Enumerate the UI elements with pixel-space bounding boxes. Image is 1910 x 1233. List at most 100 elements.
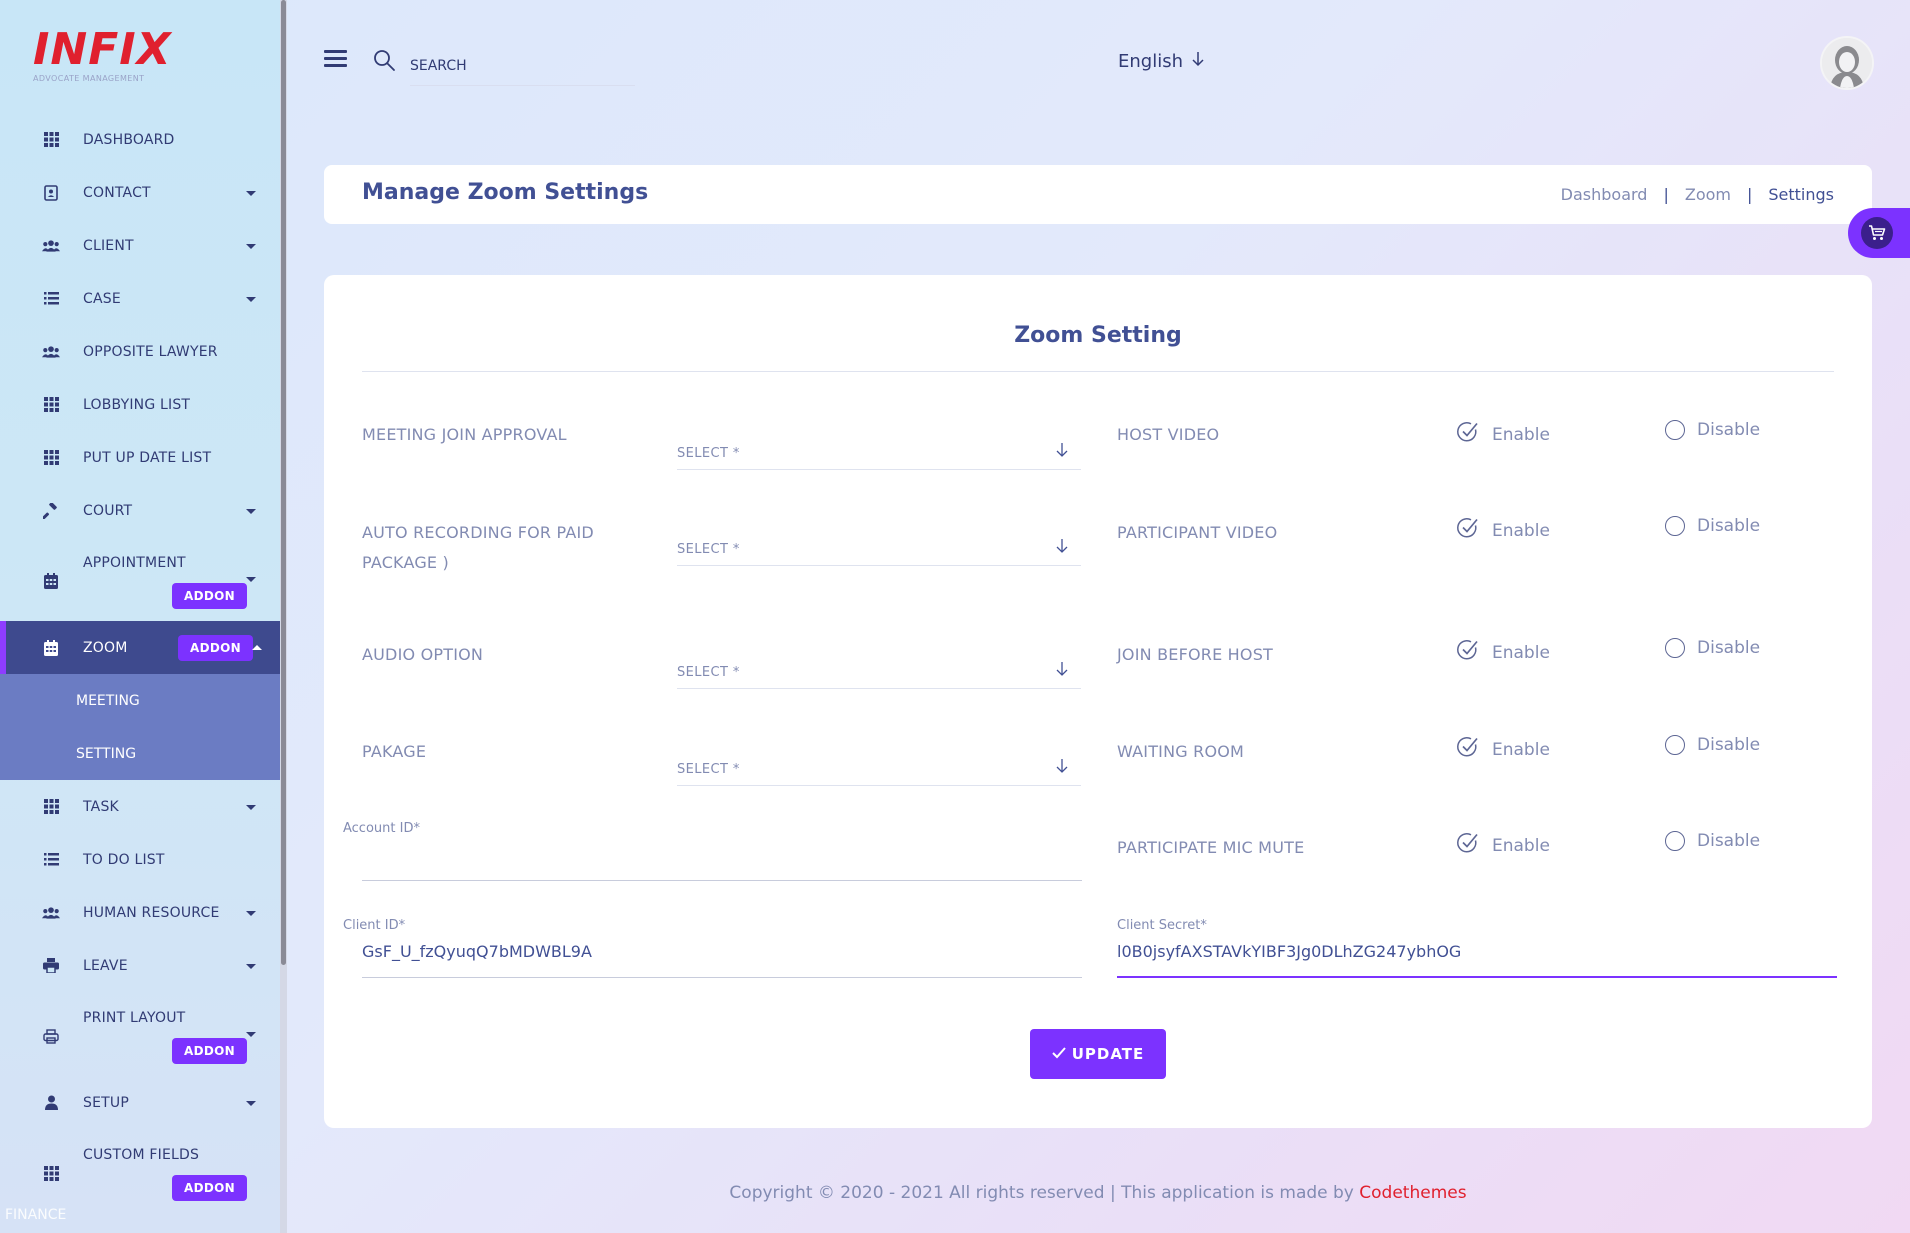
audio-option-label: AUDIO OPTION	[362, 640, 483, 670]
label-line: AUTO RECORDING FOR PAID	[362, 523, 594, 542]
sidebar-item-opposite-lawyer[interactable]: OPPOSITE LAWYER	[0, 325, 280, 378]
select-value: SELECT *	[677, 665, 740, 680]
scrollbar-thumb[interactable]	[281, 0, 286, 965]
sidebar-item-label: CUSTOM FIELDS	[83, 1147, 200, 1163]
check-icon	[1052, 1045, 1066, 1063]
waiting-room-enable-radio[interactable]: Enable	[1456, 735, 1550, 764]
sidebar-item-task[interactable]: TASK	[0, 780, 280, 833]
breadcrumb-separator: |	[1746, 185, 1753, 204]
radio-circle-icon	[1665, 420, 1685, 440]
sidebar-item-dashboard[interactable]: DASHBOARD	[0, 113, 280, 166]
calendar-icon	[42, 639, 60, 656]
field-value: l0B0jsyfAXSTAVkYIBF3Jg0DLhZG247ybhOG	[1117, 942, 1462, 961]
sidebar-item-label: TASK	[83, 798, 119, 815]
brand-link[interactable]: Codethemes	[1359, 1183, 1466, 1203]
sidebar-item-to-do-list[interactable]: TO DO LIST	[0, 833, 280, 886]
zoom-settings-card: Zoom Setting MEETING JOIN APPROVAL SELEC…	[324, 275, 1872, 1128]
participant-video-enable-radio[interactable]: Enable	[1456, 516, 1550, 545]
arrow-down-icon	[1055, 442, 1069, 462]
hamburger-menu-icon[interactable]	[324, 50, 347, 68]
select-value: SELECT *	[677, 446, 740, 461]
field-underline	[1117, 976, 1837, 978]
sidebar-item-client[interactable]: CLIENT	[0, 219, 280, 272]
radio-label: Enable	[1492, 739, 1550, 760]
sidebar-nav: DASHBOARD CONTACT CLIENT CASE OPPOSITE L…	[0, 113, 280, 1213]
auto-recording-select[interactable]: SELECT *	[677, 530, 1081, 566]
update-button[interactable]: UPDATE	[1030, 1029, 1166, 1079]
list-icon	[42, 291, 60, 307]
users-icon	[42, 905, 60, 921]
pakage-select[interactable]: SELECT *	[677, 750, 1081, 786]
sidebar-item-label: ZOOM	[83, 639, 128, 656]
sidebar-item-contact[interactable]: CONTACT	[0, 166, 280, 219]
sidebar-item-case[interactable]: CASE	[0, 272, 280, 325]
label-line: AUDIO OPTION	[362, 645, 484, 664]
grid-icon	[42, 799, 60, 815]
sidebar-item-label: PRINT LAYOUT	[83, 1010, 186, 1026]
search-icon	[372, 48, 396, 76]
sidebar-item-setup[interactable]: SETUP	[0, 1076, 280, 1129]
sidebar-item-finance[interactable]: FINANCE	[5, 1207, 66, 1223]
addon-badge: ADDON	[172, 1175, 247, 1201]
sidebar-item-put-up-date-list[interactable]: PUT UP DATE LIST	[0, 431, 280, 484]
account-id-field[interactable]: Account ID*	[343, 821, 1082, 881]
client-id-field[interactable]: Client ID* GsF_U_fzQyuqQ7bMDWBL9A	[343, 918, 1082, 978]
arrow-down-icon	[1191, 51, 1205, 72]
sidebar-subitem-setting[interactable]: SETTING	[0, 727, 280, 780]
radio-label: Enable	[1492, 520, 1550, 541]
breadcrumb-settings: Settings	[1768, 185, 1834, 204]
audio-option-select[interactable]: SELECT *	[677, 653, 1081, 689]
sidebar-item-zoom[interactable]: ZOOM ADDON	[0, 621, 280, 674]
sidebar-item-custom-fields[interactable]: CUSTOM FIELDS ADDON	[0, 1129, 280, 1213]
breadcrumb-dashboard[interactable]: Dashboard	[1561, 185, 1648, 204]
divider	[362, 371, 1834, 372]
participate-mic-mute-enable-radio[interactable]: Enable	[1456, 831, 1550, 860]
language-select[interactable]: English	[1118, 51, 1205, 72]
join-before-host-enable-radio[interactable]: Enable	[1456, 638, 1550, 667]
sidebar-item-court[interactable]: COURT	[0, 484, 280, 537]
check-icon	[1456, 638, 1480, 667]
sidebar-item-human-resource[interactable]: HUMAN RESOURCE	[0, 886, 280, 939]
printer-icon	[42, 1028, 60, 1044]
sidebar-subitem-meeting[interactable]: MEETING	[0, 674, 280, 727]
radio-label: Enable	[1492, 835, 1550, 856]
arrow-down-icon	[1055, 661, 1069, 681]
sidebar-item-print-layout[interactable]: PRINT LAYOUT ADDON	[0, 992, 280, 1076]
radio-circle-icon	[1665, 735, 1685, 755]
sidebar-item-lobbying-list[interactable]: LOBBYING LIST	[0, 378, 280, 431]
radio-label: Disable	[1697, 420, 1761, 440]
cart-button[interactable]	[1848, 208, 1910, 258]
participate-mic-mute-disable-radio[interactable]: Disable	[1665, 831, 1760, 851]
arrow-down-icon	[1055, 758, 1069, 778]
meeting-join-approval-select[interactable]: SELECT *	[677, 434, 1081, 470]
host-video-enable-radio[interactable]: Enable	[1456, 420, 1550, 449]
chevron-down-icon	[246, 1100, 256, 1106]
chevron-up-icon	[252, 644, 262, 650]
search-input[interactable]	[410, 46, 635, 86]
waiting-room-disable-radio[interactable]: Disable	[1665, 735, 1760, 755]
chevron-down-icon	[246, 963, 256, 969]
client-secret-field[interactable]: Client Secret* l0B0jsyfAXSTAVkYIBF3Jg0DL…	[1117, 918, 1837, 978]
pakage-label: PAKAGE	[362, 737, 426, 767]
host-video-label: HOST VIDEO	[1117, 425, 1220, 444]
field-underline	[362, 880, 1082, 881]
gavel-icon	[42, 502, 60, 519]
breadcrumb-zoom[interactable]: Zoom	[1685, 185, 1731, 204]
avatar[interactable]	[1822, 38, 1872, 88]
sidebar-scrollbar[interactable]	[280, 0, 287, 1233]
sidebar-item-leave[interactable]: LEAVE	[0, 939, 280, 992]
app-logo[interactable]: INFIX ADVOCATE MANAGEMENT	[33, 28, 171, 86]
radio-label: Disable	[1697, 831, 1761, 851]
user-icon	[42, 1095, 60, 1111]
chevron-down-icon	[246, 508, 256, 514]
participant-video-label: PARTICIPANT VIDEO	[1117, 523, 1278, 542]
chevron-down-icon	[246, 296, 256, 302]
chevron-down-icon	[246, 243, 256, 249]
cart-icon	[1861, 217, 1893, 249]
host-video-disable-radio[interactable]: Disable	[1665, 420, 1760, 440]
sidebar-item-appointment[interactable]: APPOINTMENT ADDON	[0, 537, 280, 621]
join-before-host-disable-radio[interactable]: Disable	[1665, 638, 1760, 658]
sidebar-item-label: PUT UP DATE LIST	[83, 449, 212, 466]
participant-video-disable-radio[interactable]: Disable	[1665, 516, 1760, 536]
footer: Copyright © 2020 - 2021 All rights reser…	[324, 1183, 1872, 1203]
